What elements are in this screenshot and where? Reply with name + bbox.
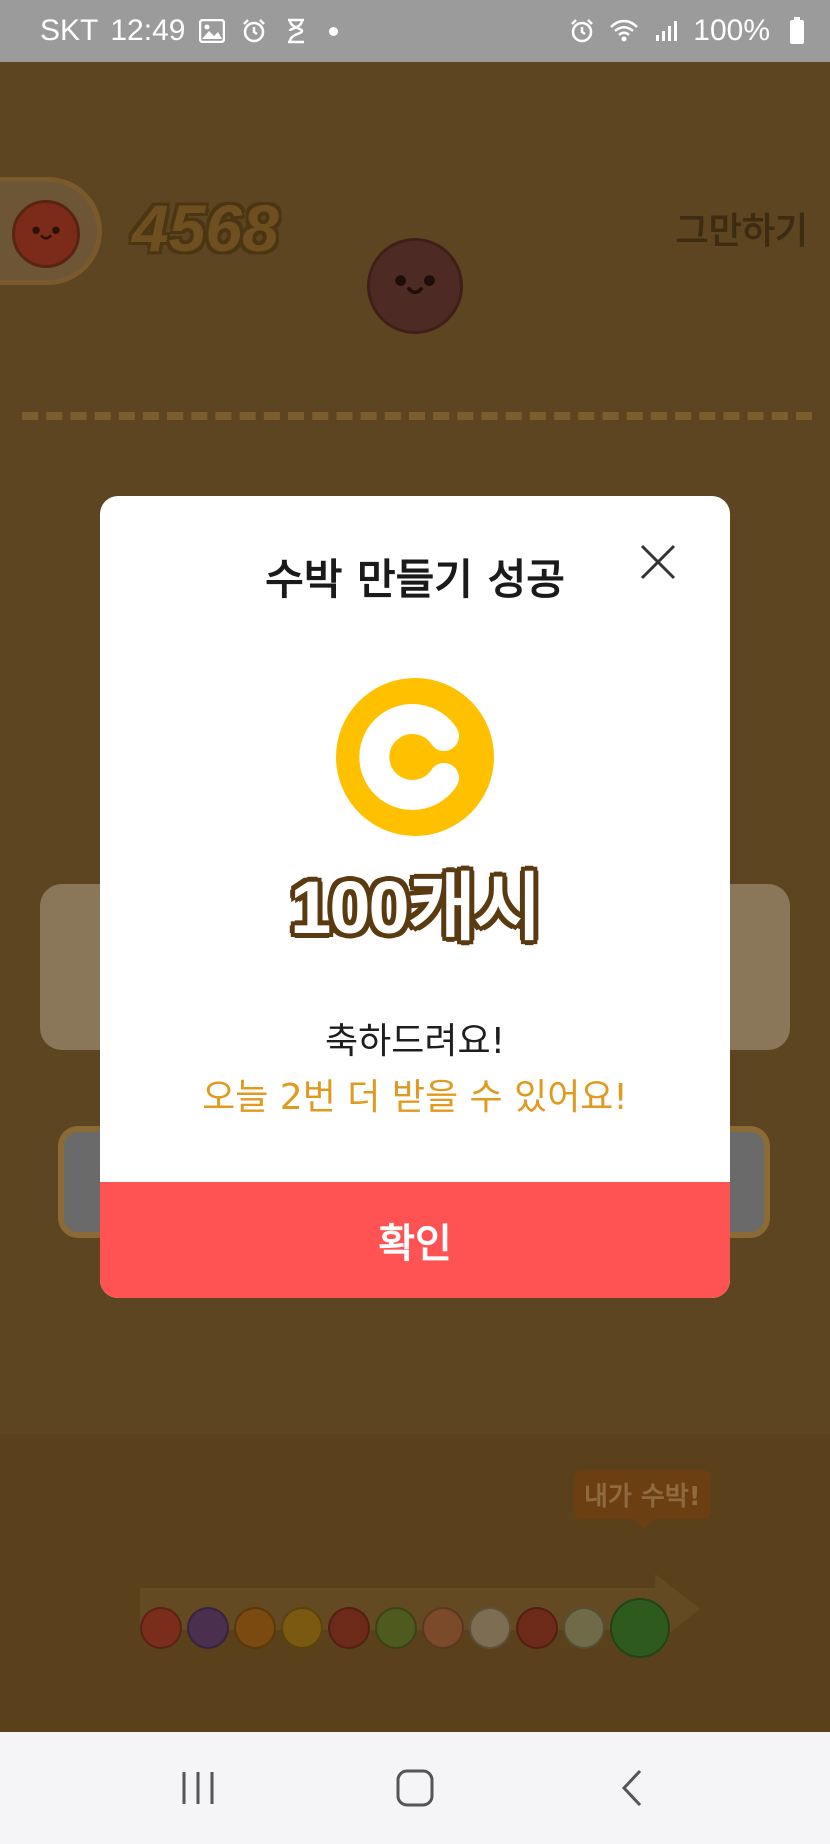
status-right: 100% (567, 14, 812, 48)
notification-dot-icon (329, 26, 339, 36)
battery-percent: 100% (693, 14, 770, 47)
alarm-icon (239, 16, 269, 46)
system-nav-bar (0, 1732, 830, 1844)
recents-icon[interactable] (158, 1748, 238, 1828)
back-icon[interactable] (592, 1748, 672, 1828)
carrier-label: SKT (40, 14, 99, 47)
signal-icon (651, 16, 681, 46)
reward-amount: 100캐시 (290, 866, 542, 949)
hourglass-icon (281, 16, 311, 46)
confirm-button[interactable]: 확인 (100, 1182, 730, 1298)
image-icon (197, 16, 227, 46)
clock-label: 12:49 (110, 14, 186, 47)
status-left: SKT 12:49 (40, 14, 339, 48)
wifi-icon (609, 16, 639, 46)
reward-dialog: 수박 만들기 성공 100캐시 축하드려요! 오늘 2번 더 받을 수 있어요!… (100, 496, 730, 1298)
status-bar: SKT 12:49 100% (0, 0, 830, 62)
alarm-icon (567, 16, 597, 46)
battery-icon (782, 16, 812, 46)
congrats-message: 축하드려요! (324, 1021, 506, 1062)
home-icon[interactable] (375, 1748, 455, 1828)
remaining-count-message: 오늘 2번 더 받을 수 있어요! (202, 1077, 628, 1118)
dialog-title: 수박 만들기 성공 (265, 555, 565, 604)
cash-coin-icon (336, 678, 494, 836)
close-icon[interactable] (638, 542, 678, 582)
